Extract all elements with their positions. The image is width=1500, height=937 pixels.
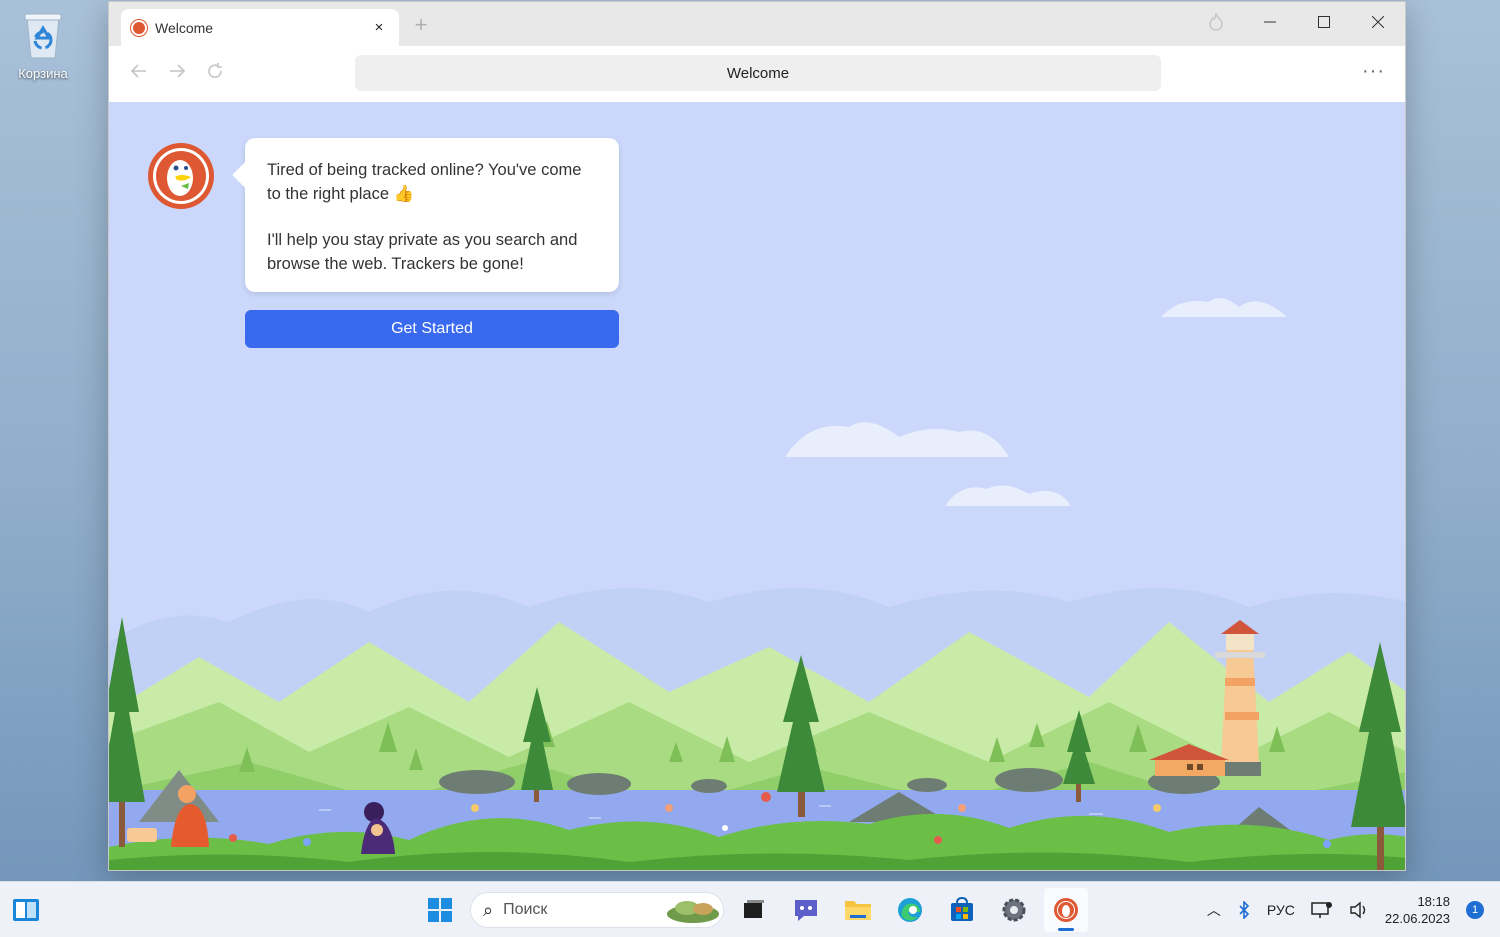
gear-icon bbox=[1002, 898, 1026, 922]
duckduckgo-taskbar-button[interactable] bbox=[1044, 888, 1088, 932]
arrow-right-icon bbox=[170, 64, 186, 78]
arrow-left-icon bbox=[130, 64, 146, 78]
close-button[interactable] bbox=[1351, 15, 1405, 33]
duckduckgo-favicon-icon bbox=[131, 19, 147, 36]
browser-window: Welcome × + Welcome ··· Tired of being t… bbox=[108, 1, 1406, 871]
tab-close-icon[interactable]: × bbox=[369, 19, 389, 36]
notification-badge[interactable]: 1 bbox=[1466, 901, 1484, 919]
tab-title: Welcome bbox=[155, 19, 214, 36]
teams-chat-button[interactable] bbox=[784, 888, 828, 932]
menu-button[interactable]: ··· bbox=[1362, 60, 1385, 83]
recycle-bin-shortcut[interactable]: Корзина bbox=[10, 8, 76, 81]
get-started-button[interactable]: Get Started bbox=[245, 310, 619, 348]
taskbar-apps: ⌕ Поиск bbox=[418, 888, 1088, 932]
window-controls bbox=[1189, 2, 1405, 46]
windows-logo-icon bbox=[428, 898, 452, 922]
maximize-button[interactable] bbox=[1297, 15, 1351, 33]
address-bar[interactable]: Welcome bbox=[355, 55, 1161, 91]
task-view-button[interactable] bbox=[732, 888, 776, 932]
start-button[interactable] bbox=[418, 888, 462, 932]
nav-buttons bbox=[127, 62, 227, 86]
file-explorer-button[interactable] bbox=[836, 888, 880, 932]
bluetooth-icon[interactable] bbox=[1237, 901, 1251, 919]
tab-welcome[interactable]: Welcome × bbox=[121, 9, 399, 46]
welcome-message-bubble: Tired of being tracked online? You've co… bbox=[245, 138, 619, 292]
microsoft-store-button[interactable] bbox=[940, 888, 984, 932]
chevron-up-icon[interactable]: ︿ bbox=[1207, 900, 1221, 920]
back-button[interactable] bbox=[127, 62, 151, 86]
tab-bar: Welcome × + bbox=[109, 2, 1405, 46]
settings-button[interactable] bbox=[992, 888, 1036, 932]
welcome-message-line-2: I'll help you stay private as you search… bbox=[267, 231, 578, 273]
clock[interactable]: 18:18 22.06.2023 bbox=[1385, 893, 1450, 927]
edge-button[interactable] bbox=[888, 888, 932, 932]
widgets-button[interactable] bbox=[12, 896, 40, 924]
search-icon: ⌕ bbox=[483, 899, 494, 920]
minimize-button[interactable] bbox=[1243, 15, 1297, 33]
system-tray: ︿ РУС 18:18 22.06.2023 1 bbox=[1207, 882, 1484, 937]
reload-button[interactable] bbox=[203, 62, 227, 86]
new-tab-button[interactable]: + bbox=[409, 12, 433, 38]
duckduckgo-icon bbox=[1054, 898, 1078, 922]
network-icon[interactable] bbox=[1311, 901, 1333, 919]
widgets-icon bbox=[13, 899, 39, 921]
fire-icon bbox=[1209, 11, 1223, 31]
duckduckgo-logo-icon bbox=[147, 142, 215, 210]
welcome-page: Tired of being tracked online? You've co… bbox=[109, 102, 1405, 870]
store-icon bbox=[951, 897, 973, 921]
taskbar: ⌕ Поиск ︿ РУС 18:18 22.06.2023 1 bbox=[0, 881, 1500, 937]
clock-time: 18:18 bbox=[1417, 894, 1450, 909]
volume-icon[interactable] bbox=[1349, 901, 1369, 919]
folder-icon bbox=[845, 901, 871, 920]
recycle-bin-label: Корзина bbox=[18, 66, 68, 81]
reload-icon bbox=[208, 63, 222, 78]
forward-button[interactable] bbox=[165, 62, 189, 86]
recycle-bin-icon bbox=[21, 8, 65, 60]
search-highlight-image bbox=[667, 901, 719, 923]
clock-date: 22.06.2023 bbox=[1384, 911, 1450, 926]
edge-icon bbox=[898, 898, 922, 922]
input-language[interactable]: РУС bbox=[1267, 902, 1295, 918]
close-icon bbox=[1371, 15, 1385, 29]
minimize-icon bbox=[1264, 21, 1276, 23]
chat-icon bbox=[795, 900, 817, 921]
task-view-icon bbox=[744, 900, 764, 918]
browser-toolbar: Welcome ··· bbox=[109, 46, 1405, 102]
maximize-icon bbox=[1318, 16, 1330, 28]
welcome-message-line-1: Tired of being tracked online? You've co… bbox=[267, 161, 582, 203]
search-placeholder: Поиск bbox=[503, 901, 548, 918]
fire-button[interactable] bbox=[1189, 11, 1243, 36]
taskbar-search[interactable]: ⌕ Поиск bbox=[470, 892, 724, 928]
